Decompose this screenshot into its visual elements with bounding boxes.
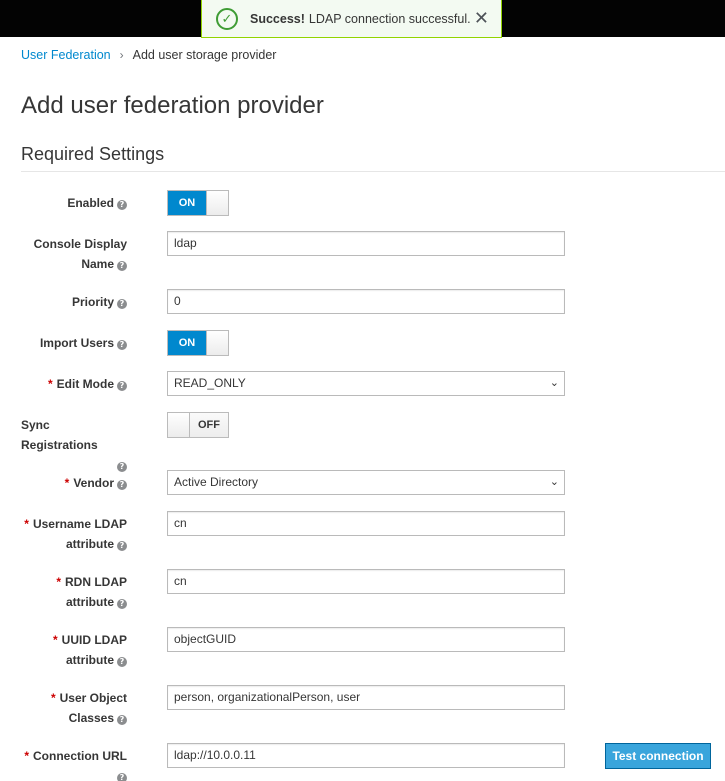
enabled-label-text: Enabled <box>67 196 114 210</box>
sync-registrations-label-text: Sync Registrations <box>21 418 98 452</box>
test-connection-button[interactable]: Test connection <box>605 743 711 769</box>
help-icon[interactable]: ? <box>117 340 127 350</box>
sync-registrations-label: Sync Registrations? <box>21 415 127 475</box>
rdn-ldap-label-line1: RDN LDAP <box>65 575 127 589</box>
rdn-ldap-attribute-input[interactable]: cn <box>167 569 565 594</box>
toggle-knob <box>168 413 190 437</box>
priority-label: Priority? <box>21 292 127 312</box>
help-icon[interactable]: ? <box>117 657 127 667</box>
console-display-name-label: Console Display Name? <box>21 234 127 274</box>
help-icon[interactable]: ? <box>117 599 127 609</box>
chevron-down-icon: ⌄ <box>549 476 559 488</box>
username-ldap-label-line2: attribute <box>66 537 114 551</box>
uuid-ldap-attribute-input[interactable]: objectGUID <box>167 627 565 652</box>
check-circle-icon: ✓ <box>216 7 238 30</box>
user-object-classes-label-line2: Classes <box>68 711 114 725</box>
import-users-label-text: Import Users <box>39 336 114 350</box>
required-marker: * <box>24 749 29 763</box>
success-toast: ✓ Success! LDAP connection successful. ✕ <box>201 0 502 38</box>
sync-registrations-toggle[interactable]: OFF <box>167 412 229 438</box>
help-icon[interactable]: ? <box>117 261 127 271</box>
rdn-ldap-label-line2: attribute <box>66 595 114 609</box>
console-display-name-label-line2: Name <box>81 257 114 271</box>
uuid-ldap-label-line1: UUID LDAP <box>61 633 127 647</box>
enabled-toggle[interactable]: ON <box>167 190 229 216</box>
close-icon[interactable]: ✕ <box>474 8 489 29</box>
toggle-knob <box>206 331 228 355</box>
breadcrumb-user-federation-link[interactable]: User Federation <box>21 48 111 62</box>
priority-input[interactable]: 0 <box>167 289 565 314</box>
vendor-label-text: Vendor <box>73 476 114 490</box>
chevron-right-icon: › <box>119 48 124 62</box>
edit-mode-value: READ_ONLY <box>174 376 246 390</box>
enabled-toggle-state: ON <box>168 191 206 215</box>
help-icon[interactable]: ? <box>117 381 127 391</box>
edit-mode-select[interactable]: READ_ONLY ⌄ <box>167 371 565 396</box>
required-marker: * <box>64 476 70 490</box>
required-marker: * <box>48 377 53 391</box>
rdn-ldap-attribute-label: * RDN LDAP attribute? <box>21 572 127 612</box>
required-marker: * <box>24 517 29 531</box>
breadcrumb: User Federation › Add user storage provi… <box>21 48 276 62</box>
import-users-toggle[interactable]: ON <box>167 330 229 356</box>
console-display-name-input[interactable]: ldap <box>167 231 565 256</box>
toast-strong: Success! <box>250 11 305 26</box>
connection-url-input[interactable]: ldap://10.0.0.11 <box>167 743 565 768</box>
connection-url-label: * Connection URL? <box>21 746 127 781</box>
toast-text: LDAP connection successful. <box>308 11 471 26</box>
required-marker: * <box>50 691 56 705</box>
connection-url-label-text: Connection URL <box>33 749 127 763</box>
sync-registrations-toggle-state: OFF <box>190 413 228 437</box>
console-display-name-label-line1: Console Display <box>33 237 127 251</box>
priority-label-text: Priority <box>71 295 114 309</box>
help-icon[interactable]: ? <box>117 200 127 210</box>
toast-message: Success! LDAP connection successful. <box>250 12 471 26</box>
section-title: Required Settings <box>21 144 165 164</box>
help-icon[interactable]: ? <box>117 462 127 472</box>
required-marker: * <box>56 575 61 589</box>
page-title: Add user federation provider <box>21 92 324 119</box>
edit-mode-label: * Edit Mode? <box>21 374 127 394</box>
username-ldap-attribute-label: * Username LDAP attribute? <box>21 514 127 554</box>
uuid-ldap-label-line2: attribute <box>66 653 114 667</box>
breadcrumb-current: Add user storage provider <box>132 48 277 62</box>
help-icon[interactable]: ? <box>117 480 127 490</box>
import-users-toggle-state: ON <box>168 331 206 355</box>
help-icon[interactable]: ? <box>117 773 127 781</box>
user-object-classes-input[interactable]: person, organizationalPerson, user <box>167 685 565 710</box>
help-icon[interactable]: ? <box>117 541 127 551</box>
username-ldap-attribute-input[interactable]: cn <box>167 511 565 536</box>
username-ldap-label-line1: Username LDAP <box>32 517 127 531</box>
section-divider <box>21 171 725 172</box>
user-object-classes-label-line1: User Object <box>59 691 127 705</box>
vendor-label: * Vendor? <box>21 473 127 493</box>
chevron-down-icon: ⌄ <box>549 377 559 389</box>
user-object-classes-label: * User Object Classes? <box>21 688 127 728</box>
vendor-value: Active Directory <box>174 475 259 489</box>
help-icon[interactable]: ? <box>117 299 127 309</box>
help-icon[interactable]: ? <box>117 715 127 725</box>
vendor-select[interactable]: Active Directory ⌄ <box>167 470 565 495</box>
enabled-label: Enabled? <box>21 193 127 213</box>
uuid-ldap-attribute-label: * UUID LDAP attribute? <box>21 630 127 670</box>
toggle-knob <box>206 191 228 215</box>
edit-mode-label-text: Edit Mode <box>56 377 114 391</box>
required-marker: * <box>52 633 58 647</box>
import-users-label: Import Users? <box>21 333 127 353</box>
